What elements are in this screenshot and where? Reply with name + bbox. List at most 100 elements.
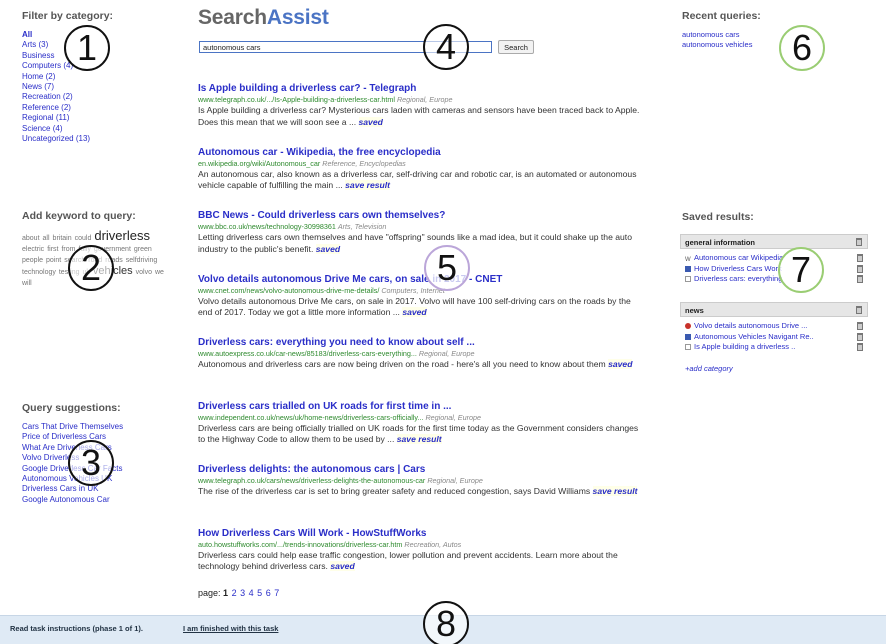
save-result-button[interactable]: save result <box>592 486 638 496</box>
category-regional[interactable]: Regional (11) <box>22 113 172 123</box>
keyword-chip[interactable]: we <box>155 267 164 278</box>
document-icon <box>685 344 691 351</box>
suggestion-link[interactable]: Google Autonomous Car <box>22 495 174 505</box>
keyword-chip[interactable]: could <box>75 233 92 244</box>
category-recreation[interactable]: Recreation (2) <box>22 92 172 102</box>
page-link[interactable]: 5 <box>257 588 262 598</box>
site-favicon-icon <box>685 323 691 330</box>
category-reference[interactable]: Reference (2) <box>22 103 172 113</box>
folder-header[interactable]: news <box>680 302 868 317</box>
category-science[interactable]: Science (4) <box>22 124 172 134</box>
folder-header[interactable]: general information <box>680 234 868 249</box>
save-result-button[interactable]: saved <box>330 561 355 571</box>
saved-item[interactable]: Is Apple building a driverless .. <box>680 342 868 353</box>
keyword-chip[interactable]: green <box>134 244 152 255</box>
add-category-link[interactable]: +add category <box>685 364 733 373</box>
result-title-link[interactable]: How Driverless Cars Will Work - HowStuff… <box>198 528 646 540</box>
result-title-link[interactable]: Volvo details autonomous Drive Me cars, … <box>198 274 646 286</box>
suggestion-link[interactable]: Cars That Drive Themselves <box>22 422 174 432</box>
saved-results-heading: Saved results: <box>682 211 754 223</box>
result-url: www.autoexpress.co.uk/car-news/85183/dri… <box>198 349 475 358</box>
saved-item[interactable]: Driverless cars: everything <box>680 274 868 285</box>
keyword-chip[interactable]: people <box>22 255 43 266</box>
save-result-button[interactable]: saved <box>402 307 427 317</box>
result-title-link[interactable]: Is Apple building a driverless car? - Te… <box>198 83 646 95</box>
result-url: auto.howstuffworks.com/.../trends-innova… <box>198 539 462 549</box>
saved-item[interactable]: Autonomous Vehicles Navigant Re.. <box>680 332 868 343</box>
suggestion-link[interactable]: Driverless Cars in UK <box>22 484 174 494</box>
keyword-chip[interactable]: electric <box>22 244 44 255</box>
result-category: Reference, Encyclopedias <box>322 158 406 168</box>
keyword-chip[interactable]: technology <box>22 267 56 278</box>
keyword-chip[interactable]: point <box>46 255 61 266</box>
page-link[interactable]: 2 <box>232 588 237 598</box>
page-link[interactable]: 3 <box>240 588 245 598</box>
marker-6: 6 <box>779 25 825 71</box>
results-list: Is Apple building a driverless car? - Te… <box>198 83 646 591</box>
result-snippet: Volvo details autonomous Drive Me cars, … <box>198 295 631 317</box>
trash-icon[interactable] <box>857 322 863 330</box>
trash-icon[interactable] <box>856 306 862 314</box>
category-home[interactable]: Home (2) <box>22 72 172 82</box>
result-url: www.telegraph.co.uk/cars/news/driverless… <box>198 476 483 485</box>
trash-icon[interactable] <box>857 254 863 262</box>
save-result-button[interactable]: saved <box>315 243 341 254</box>
pager-label: page: <box>198 588 221 598</box>
keyword-chip[interactable]: britain <box>53 233 72 244</box>
result-snippet: Is Apple building a driverless car? Myst… <box>198 105 640 127</box>
keyword-heading: Add keyword to query: <box>22 210 136 222</box>
result-category: Recreation, Autos <box>404 539 462 549</box>
keyword-chip[interactable]: about <box>22 233 40 244</box>
folder-name: news <box>685 306 704 315</box>
category-news[interactable]: News (7) <box>22 82 172 92</box>
save-result-button[interactable]: saved <box>608 359 633 369</box>
saved-folder-news: news Volvo details autonomous Drive ... … <box>680 302 868 353</box>
result-item: Is Apple building a driverless car? - Te… <box>198 83 646 147</box>
keyword-chip[interactable]: all <box>43 233 50 244</box>
keyword-chip[interactable]: volvo <box>136 267 152 278</box>
recent-list: autonomous cars autonomous vehicles <box>682 30 868 50</box>
trash-icon[interactable] <box>857 264 863 273</box>
trash-icon[interactable] <box>857 275 863 283</box>
result-url: www.bbc.co.uk/news/technology-30998361 A… <box>198 222 387 231</box>
result-snippet: The rise of the driverless car is set to… <box>198 486 638 496</box>
trash-icon[interactable] <box>857 332 863 341</box>
result-category: Regional, Europe <box>425 412 481 422</box>
wikipedia-icon: W <box>685 257 691 264</box>
recent-query-link[interactable]: autonomous vehicles <box>682 40 868 50</box>
recent-query-link[interactable]: autonomous cars <box>682 30 868 40</box>
result-item: BBC News - Could driverless cars own the… <box>198 210 646 274</box>
search-button[interactable]: Search <box>498 40 534 54</box>
result-title-link[interactable]: Driverless delights: the autonomous cars… <box>198 464 646 476</box>
keyword-chip[interactable]: will <box>22 278 32 289</box>
save-result-button[interactable]: save result <box>345 180 391 190</box>
page-link[interactable]: 6 <box>266 588 271 598</box>
result-item: Driverless cars: everything you need to … <box>198 337 646 401</box>
keyword-chip[interactable]: first <box>47 244 58 255</box>
marker-1: 1 <box>64 25 110 71</box>
result-title-link[interactable]: Driverless cars trialled on UK roads for… <box>198 401 646 413</box>
saved-item[interactable]: How Driverless Cars Work <box>680 264 868 275</box>
finish-task-link[interactable]: I am finished with this task <box>183 624 278 633</box>
result-url: www.cnet.com/news/volvo-autonomous-drive… <box>198 285 445 295</box>
result-snippet: Driverless cars are being officially tri… <box>198 422 639 444</box>
folder-name: general information <box>685 238 756 247</box>
page-link[interactable]: 4 <box>249 588 254 598</box>
task-instructions-link[interactable]: Read task instructions (phase 1 of 1). <box>10 624 143 633</box>
result-item: Driverless cars trialled on UK roads for… <box>198 401 646 465</box>
page-link[interactable]: 1 <box>223 588 228 598</box>
saved-item[interactable]: Volvo details autonomous Drive ... <box>680 321 868 332</box>
marker-7: 7 <box>778 247 824 293</box>
marker-2: 2 <box>68 245 114 291</box>
trash-icon[interactable] <box>857 343 863 351</box>
result-title-link[interactable]: Autonomous car - Wikipedia, the free enc… <box>198 147 646 159</box>
result-title-link[interactable]: Driverless cars: everything you need to … <box>198 337 646 349</box>
save-result-button[interactable]: saved <box>358 116 383 127</box>
trash-icon[interactable] <box>856 238 862 246</box>
category-uncategorized[interactable]: Uncategorized (13) <box>22 134 172 144</box>
page-link[interactable]: 7 <box>274 588 279 598</box>
save-result-button[interactable]: save result <box>396 434 442 444</box>
result-title-link[interactable]: BBC News - Could driverless cars own the… <box>198 210 646 222</box>
keyword-chip[interactable]: driverless <box>94 229 150 242</box>
saved-item[interactable]: W Autonomous car Wikipedia <box>680 253 868 264</box>
